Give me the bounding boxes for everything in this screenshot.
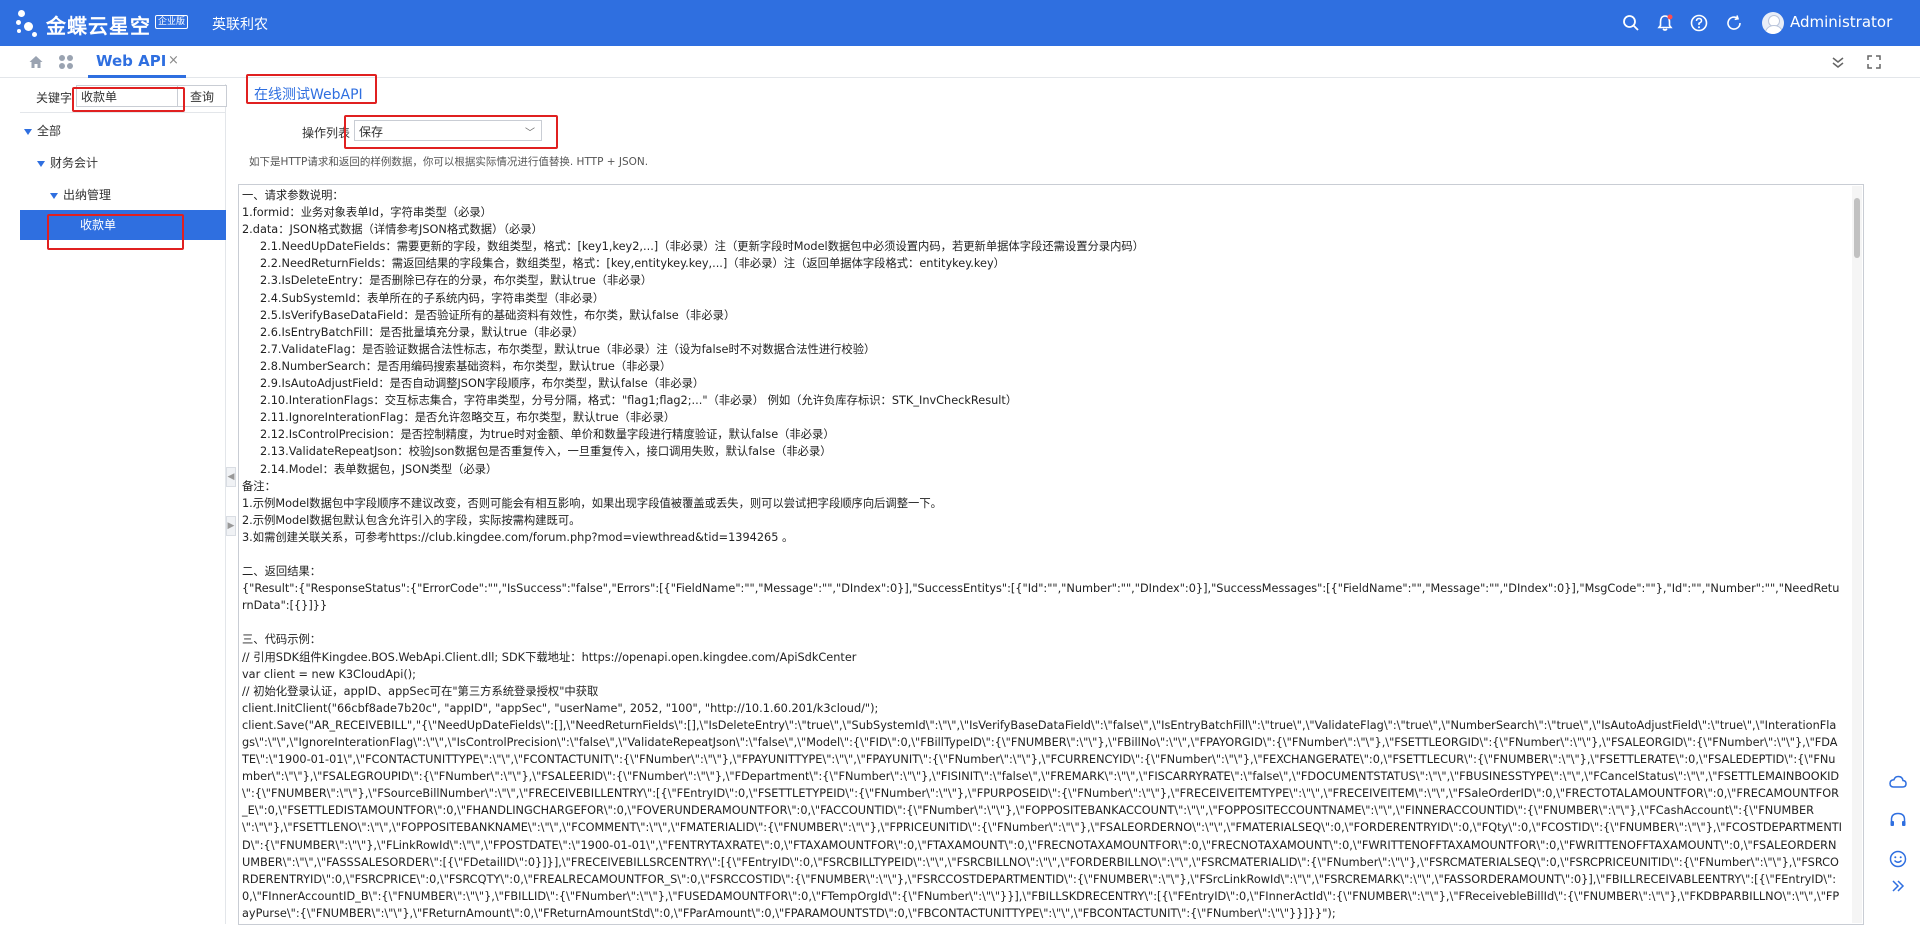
tree-item-label: 出纳管理 xyxy=(63,188,112,202)
tab-strip: Web API × xyxy=(0,46,1920,78)
tree-item-cashier[interactable]: 出纳管理 xyxy=(50,180,111,210)
top-header: 金蝶云星空 企业版 英联利农 Administrator xyxy=(0,0,1920,46)
operation-select-value: 保存 xyxy=(359,125,384,139)
vertical-scrollbar[interactable] xyxy=(1852,186,1862,923)
left-navigation-pane: 关键字 查询 全部 财务会计 出纳管理 收款单 xyxy=(20,84,227,924)
tree-item-receipt-bill[interactable]: 收款单 xyxy=(20,210,226,240)
tree-item-finance[interactable]: 财务会计 xyxy=(37,148,98,178)
tab-label: Web API xyxy=(96,52,167,70)
caret-down-icon[interactable] xyxy=(24,128,32,135)
smile-icon[interactable] xyxy=(1888,849,1908,869)
scrollbar-thumb[interactable] xyxy=(1854,198,1860,258)
organization-name[interactable]: 英联利农 xyxy=(212,14,268,34)
collapse-left-arrow[interactable]: ◀ xyxy=(226,467,236,487)
double-chevron-right-icon[interactable] xyxy=(1888,876,1908,896)
keyword-input[interactable] xyxy=(76,85,188,107)
user-name[interactable]: Administrator xyxy=(1790,13,1892,31)
sample-data-hint: 如下是HTTP请求和返回的样例数据，你可以根据实际情况进行值替换. HTTP +… xyxy=(249,156,649,168)
tree-item-label: 全部 xyxy=(37,124,62,138)
tab-web-api[interactable]: Web API × xyxy=(88,46,186,78)
refresh-icon[interactable] xyxy=(1725,14,1743,32)
api-documentation-textarea[interactable]: 一、请求参数说明： 1.formid：业务对象表单Id，字符串类型（必录） 2.… xyxy=(238,184,1864,925)
bell-icon[interactable] xyxy=(1656,14,1674,32)
tab-close-icon[interactable]: × xyxy=(168,53,179,68)
caret-down-icon[interactable] xyxy=(50,192,58,199)
home-icon[interactable] xyxy=(28,54,44,70)
logo-icon xyxy=(14,8,44,38)
caret-down-icon[interactable] xyxy=(37,160,45,167)
apps-grid-icon[interactable] xyxy=(58,54,74,70)
operation-select[interactable]: 保存 ﹀ xyxy=(354,120,542,141)
search-icon[interactable] xyxy=(1622,14,1640,32)
cloud-icon[interactable] xyxy=(1888,772,1908,792)
tree-item-all[interactable]: 全部 xyxy=(24,116,61,146)
chevron-down-icon[interactable]: ﹀ xyxy=(525,124,535,139)
query-button[interactable]: 查询 xyxy=(177,85,227,107)
page-title: 在线测试WebAPI xyxy=(254,87,363,103)
divider xyxy=(20,112,226,113)
help-icon[interactable] xyxy=(1690,14,1708,32)
fullscreen-icon[interactable] xyxy=(1866,54,1882,70)
chevron-down-icon[interactable] xyxy=(1830,54,1846,70)
edition-badge: 企业版 xyxy=(155,15,189,29)
headset-icon[interactable] xyxy=(1888,810,1908,830)
logo-text: 金蝶云星空 xyxy=(46,14,151,38)
avatar[interactable] xyxy=(1762,12,1784,34)
tree-item-label: 收款单 xyxy=(80,218,117,232)
tree-item-label: 财务会计 xyxy=(50,156,99,170)
expand-right-arrow[interactable]: ▶ xyxy=(226,516,236,536)
api-documentation-text: 一、请求参数说明： 1.formid：业务对象表单Id，字符串类型（必录） 2.… xyxy=(242,189,1842,920)
keyword-label: 关键字 xyxy=(36,91,73,105)
operation-list-label: 操作列表 xyxy=(302,126,351,140)
